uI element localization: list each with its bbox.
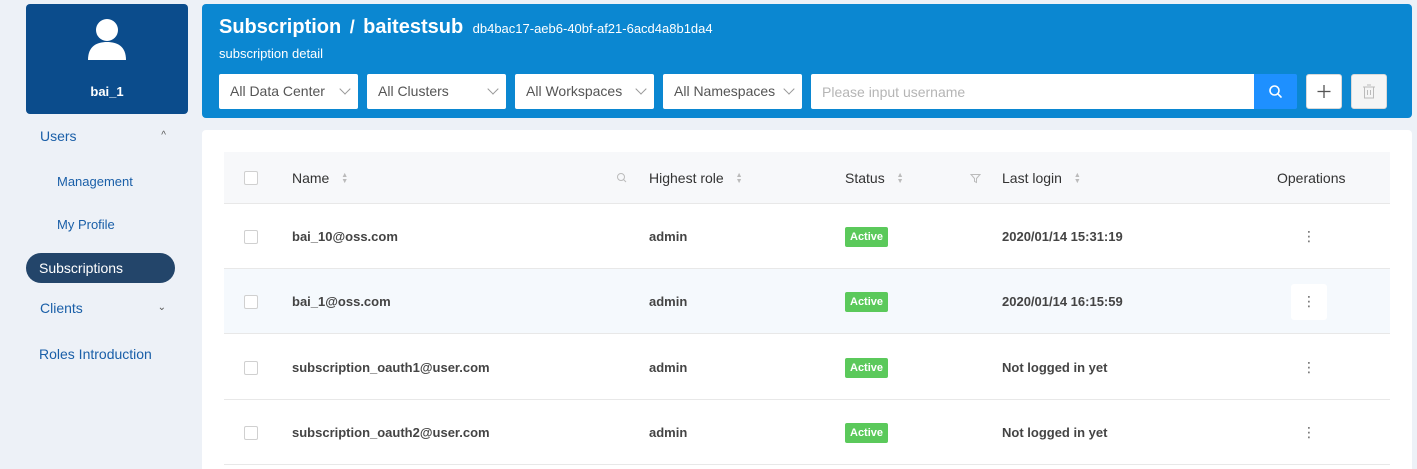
table-row[interactable]: subscription_oauth2@user.com admin Activ… xyxy=(224,400,1390,465)
chevron-down-icon xyxy=(339,83,351,95)
column-label: Status xyxy=(845,170,885,186)
sidebar-item-label: Users xyxy=(40,128,77,144)
more-vertical-icon[interactable]: ⋮ xyxy=(1291,219,1327,255)
user-card: bai_1 xyxy=(26,4,188,114)
role-cell: admin xyxy=(649,425,688,440)
filter-icon[interactable] xyxy=(970,173,981,184)
plus-icon xyxy=(1317,85,1331,98)
sidebar-item-label: My Profile xyxy=(57,217,115,232)
user-name-cell: subscription_oauth1@user.com xyxy=(292,360,490,375)
status-badge: Active xyxy=(845,423,889,443)
table-header: Name ▲ ▼ Highest role ▲ ▼ Status ▲ ▼ Last l… xyxy=(224,152,1390,204)
username-search-input[interactable] xyxy=(811,74,1256,109)
user-avatar-icon xyxy=(88,19,126,60)
workspaces-select[interactable]: All Workspaces xyxy=(515,74,654,109)
table-row[interactable]: subscription_oauth1@user.com admin Activ… xyxy=(224,335,1390,400)
data-center-select[interactable]: All Data Center xyxy=(219,74,358,109)
sidebar-item-users[interactable]: Users ^ xyxy=(26,121,176,151)
add-user-button[interactable] xyxy=(1306,74,1342,109)
column-header-name[interactable]: Name ▲ ▼ xyxy=(292,152,348,204)
column-label: Last login xyxy=(1002,170,1062,186)
namespaces-value: All Namespaces xyxy=(674,83,776,99)
role-cell: admin xyxy=(649,229,688,244)
sidebar-item-label: Management xyxy=(57,174,133,189)
select-all-checkbox[interactable] xyxy=(244,171,258,185)
status-badge: Active xyxy=(845,292,889,312)
column-header-status[interactable]: Status ▲ ▼ xyxy=(845,152,904,204)
column-header-last-login[interactable]: Last login ▲ ▼ xyxy=(1002,152,1081,204)
sidebar-item-roles-introduction[interactable]: Roles Introduction xyxy=(26,339,188,369)
chevron-down-icon xyxy=(487,83,499,95)
role-cell: admin xyxy=(649,360,688,375)
page-header: Subscription / baitestsub db4bac17-aeb6-… xyxy=(202,4,1412,118)
clusters-select[interactable]: All Clusters xyxy=(367,74,506,109)
user-name-cell: bai_10@oss.com xyxy=(292,229,398,244)
chevron-down-icon xyxy=(783,83,795,95)
row-checkbox[interactable] xyxy=(244,361,258,375)
row-checkbox[interactable] xyxy=(244,426,258,440)
user-name-cell: subscription_oauth2@user.com xyxy=(292,425,490,440)
sidebar-item-subscriptions[interactable]: Subscriptions xyxy=(26,253,175,283)
search-button[interactable] xyxy=(1254,74,1297,109)
column-header-operations: Operations xyxy=(1277,152,1345,204)
column-header-highest-role[interactable]: Highest role ▲ ▼ xyxy=(649,152,743,204)
column-label: Operations xyxy=(1277,170,1346,186)
row-checkbox[interactable] xyxy=(244,230,258,244)
user-name-cell: bai_1@oss.com xyxy=(292,294,391,309)
subscription-id: db4bac17-aeb6-40bf-af21-6acd4a8b1da4 xyxy=(472,21,713,36)
sidebar-item-clients[interactable]: Clients ⌄ xyxy=(26,293,176,323)
sort-icon[interactable]: ▲ ▼ xyxy=(736,172,743,185)
users-table-panel: Name ▲ ▼ Highest role ▲ ▼ Status ▲ ▼ Last l… xyxy=(202,130,1412,469)
sort-icon[interactable]: ▲ ▼ xyxy=(1074,172,1081,185)
column-label: Highest role xyxy=(649,170,724,186)
role-cell: admin xyxy=(649,294,688,309)
row-checkbox[interactable] xyxy=(244,295,258,309)
more-vertical-icon[interactable]: ⋮ xyxy=(1291,284,1327,320)
last-login-cell: 2020/01/14 16:15:59 xyxy=(1002,294,1123,309)
last-login-cell: Not logged in yet xyxy=(1002,425,1108,440)
sort-icon[interactable]: ▲ ▼ xyxy=(897,172,904,185)
trash-icon xyxy=(1363,84,1375,99)
column-label: Name xyxy=(292,170,330,186)
last-login-cell: Not logged in yet xyxy=(1002,360,1108,375)
search-icon xyxy=(1269,85,1282,98)
page-title: Subscription xyxy=(219,16,342,38)
more-vertical-icon[interactable]: ⋮ xyxy=(1291,415,1327,451)
user-name: bai_1 xyxy=(90,84,124,99)
sidebar-item-management[interactable]: Management xyxy=(26,167,176,197)
sort-icon[interactable]: ▲ ▼ xyxy=(341,172,348,185)
chevron-up-icon: ^ xyxy=(161,130,166,141)
workspaces-value: All Workspaces xyxy=(526,83,623,99)
status-badge: Active xyxy=(845,358,889,378)
more-vertical-icon[interactable]: ⋮ xyxy=(1291,350,1327,386)
table-row[interactable]: bai_10@oss.com admin Active 2020/01/14 1… xyxy=(224,204,1390,269)
subscription-name: baitestsub xyxy=(363,16,464,38)
namespaces-select[interactable]: All Namespaces xyxy=(663,74,802,109)
search-icon[interactable] xyxy=(616,172,628,184)
chevron-down-icon xyxy=(635,83,647,95)
sidebar-item-label: Clients xyxy=(40,300,83,316)
delete-user-button[interactable] xyxy=(1351,74,1387,109)
sidebar-item-label: Subscriptions xyxy=(39,260,124,276)
breadcrumb: Subscription / baitestsub db4bac17-aeb6-… xyxy=(219,16,713,39)
sidebar-item-label: Roles Introduction xyxy=(39,346,152,362)
page-subtitle: subscription detail xyxy=(219,46,324,61)
chevron-down-icon: ⌄ xyxy=(157,302,166,313)
last-login-cell: 2020/01/14 15:31:19 xyxy=(1002,229,1123,244)
status-badge: Active xyxy=(845,227,889,247)
sidebar-item-my-profile[interactable]: My Profile xyxy=(26,210,176,240)
clusters-value: All Clusters xyxy=(378,83,449,99)
data-center-value: All Data Center xyxy=(230,83,325,99)
table-row[interactable]: bai_1@oss.com admin Active 2020/01/14 16… xyxy=(224,269,1390,334)
breadcrumb-separator: / xyxy=(349,17,355,37)
